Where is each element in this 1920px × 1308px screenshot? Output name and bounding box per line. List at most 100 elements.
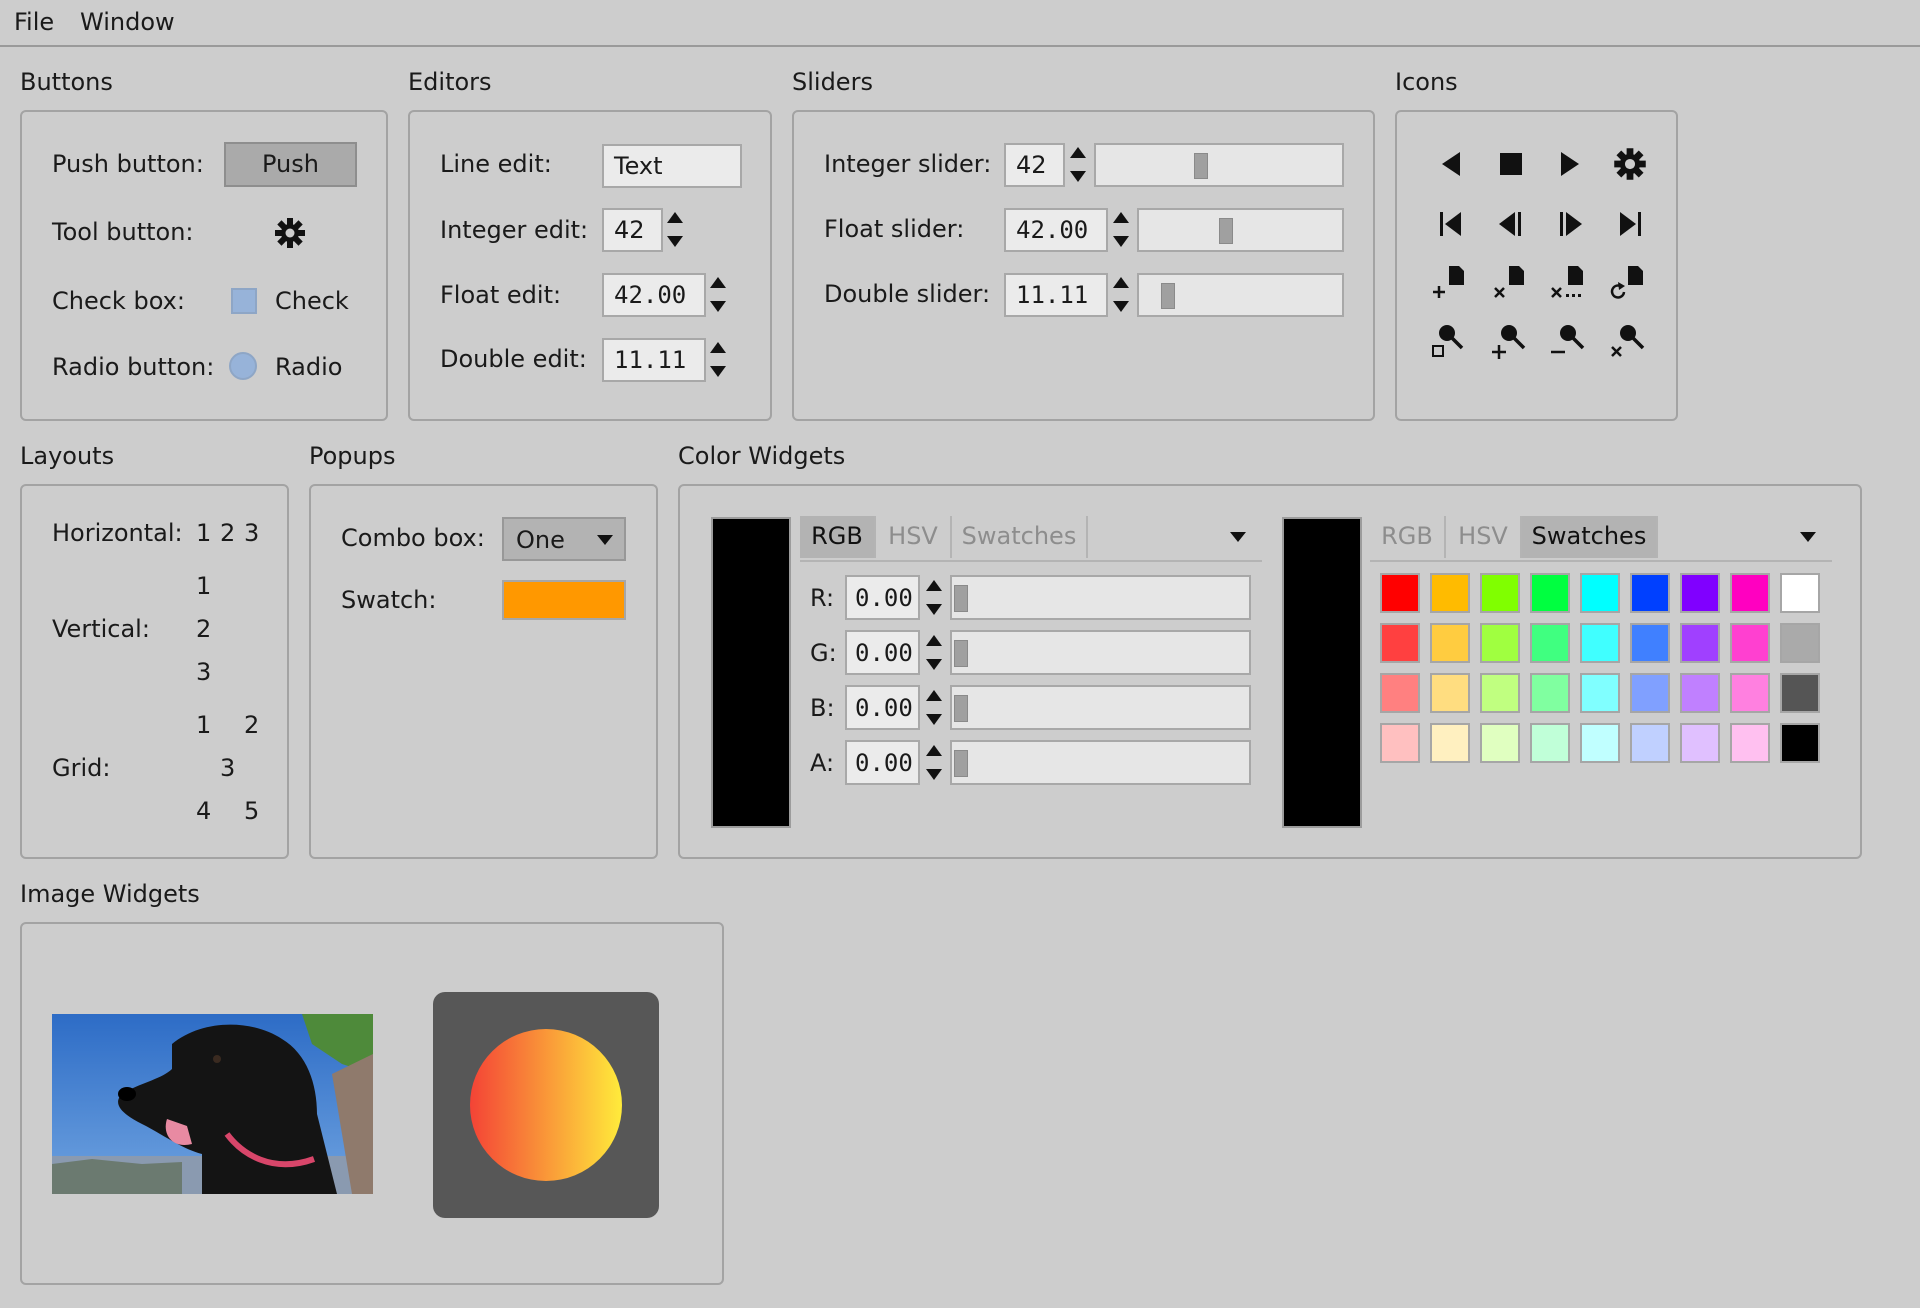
channel-r-field[interactable]: 0.00 (845, 575, 920, 620)
chevron-down-icon[interactable] (1800, 532, 1816, 542)
color-swatch[interactable] (1680, 723, 1720, 763)
channel-g-decrement-icon[interactable] (926, 659, 942, 670)
tab-swatches[interactable]: Swatches (952, 516, 1088, 558)
tab-swatches[interactable]: Swatches (1522, 516, 1658, 558)
double-increment-icon[interactable] (710, 342, 726, 353)
float-slider-decrement-icon[interactable] (1113, 236, 1129, 247)
float-slider-handle[interactable] (1218, 218, 1233, 244)
color-swatch[interactable] (1530, 723, 1570, 763)
channel-r-increment-icon[interactable] (926, 580, 942, 591)
double-decrement-icon[interactable] (710, 366, 726, 377)
settings-icon[interactable] (1612, 146, 1648, 182)
channel-a-field[interactable]: 0.00 (845, 740, 920, 785)
check-box[interactable] (231, 288, 257, 314)
color-swatch[interactable] (1530, 573, 1570, 613)
color-swatch[interactable] (1430, 723, 1470, 763)
double-slider-increment-icon[interactable] (1113, 277, 1129, 288)
color-swatch[interactable] (1730, 623, 1770, 663)
combo-box[interactable]: One (502, 517, 626, 561)
color-swatch[interactable] (1630, 573, 1670, 613)
first-frame-icon[interactable] (1433, 206, 1469, 242)
tab-hsv[interactable]: HSV (1446, 516, 1522, 558)
color-swatch[interactable] (1480, 673, 1520, 713)
float-slider-increment-icon[interactable] (1113, 212, 1129, 223)
line-edit[interactable]: Text (602, 144, 742, 188)
color-swatch[interactable] (1630, 723, 1670, 763)
channel-g-handle[interactable] (954, 640, 968, 667)
tab-rgb[interactable]: RGB (800, 516, 876, 558)
color-swatch[interactable] (1380, 723, 1420, 763)
float-slider-track[interactable] (1137, 208, 1344, 252)
color-swatch[interactable] (1780, 723, 1820, 763)
channel-r-decrement-icon[interactable] (926, 604, 942, 615)
next-frame-icon[interactable] (1552, 206, 1588, 242)
color-swatch[interactable] (1780, 573, 1820, 613)
color-swatch[interactable] (1780, 623, 1820, 663)
color-swatch[interactable] (1630, 673, 1670, 713)
color-swatch[interactable] (1730, 723, 1770, 763)
double-slider-decrement-icon[interactable] (1113, 301, 1129, 312)
zoom-out-icon[interactable] (1548, 320, 1588, 360)
previous-frame-icon[interactable] (1493, 206, 1529, 242)
tool-button[interactable] (274, 217, 306, 249)
channel-b-slider[interactable] (950, 685, 1251, 730)
color-swatch[interactable] (502, 580, 626, 620)
channel-b-field[interactable]: 0.00 (845, 685, 920, 730)
zoom-close-icon[interactable] (1608, 320, 1648, 360)
color-swatch[interactable] (1380, 623, 1420, 663)
color-swatch[interactable] (1480, 623, 1520, 663)
color-swatch[interactable] (1780, 673, 1820, 713)
double-slider-handle[interactable] (1161, 283, 1176, 309)
channel-g-field[interactable]: 0.00 (845, 630, 920, 675)
reload-file-icon[interactable] (1608, 262, 1648, 302)
color-swatch[interactable] (1580, 623, 1620, 663)
channel-g-increment-icon[interactable] (926, 635, 942, 646)
color-swatch[interactable] (1430, 623, 1470, 663)
channel-b-decrement-icon[interactable] (926, 714, 942, 725)
color-swatch[interactable] (1530, 623, 1570, 663)
tab-hsv[interactable]: HSV (876, 516, 952, 558)
color-swatch[interactable] (1580, 673, 1620, 713)
color-swatch[interactable] (1730, 573, 1770, 613)
color-swatch[interactable] (1580, 573, 1620, 613)
integer-slider-increment-icon[interactable] (1070, 147, 1086, 158)
float-decrement-icon[interactable] (710, 301, 726, 312)
channel-r-slider[interactable] (950, 575, 1251, 620)
channel-b-handle[interactable] (954, 695, 968, 722)
color-swatch[interactable] (1480, 723, 1520, 763)
color-swatch[interactable] (1680, 623, 1720, 663)
close-all-files-icon[interactable] (1548, 262, 1588, 302)
color-swatch[interactable] (1380, 573, 1420, 613)
channel-a-decrement-icon[interactable] (926, 769, 942, 780)
channel-g-slider[interactable] (950, 630, 1251, 675)
new-file-icon[interactable] (1429, 262, 1469, 302)
float-slider-value-field[interactable]: 42.00 (1004, 208, 1108, 252)
tab-rgb[interactable]: RGB (1370, 516, 1446, 558)
color-swatch[interactable] (1380, 673, 1420, 713)
color-swatch[interactable] (1680, 573, 1720, 613)
channel-a-slider[interactable] (950, 740, 1251, 785)
color-swatch[interactable] (1530, 673, 1570, 713)
menu-window[interactable]: Window (80, 8, 175, 36)
back-arrow-icon[interactable] (1433, 146, 1469, 182)
double-slider-track[interactable] (1137, 273, 1344, 317)
color-swatch[interactable] (1430, 573, 1470, 613)
double-edit[interactable]: 11.11 (602, 338, 706, 382)
channel-b-increment-icon[interactable] (926, 690, 942, 701)
radio-button[interactable] (229, 352, 257, 380)
stop-icon[interactable] (1493, 146, 1529, 182)
push-button[interactable]: Push (224, 142, 357, 187)
integer-slider-track[interactable] (1094, 143, 1344, 187)
zoom-reset-icon[interactable] (1429, 320, 1469, 360)
integer-edit[interactable]: 42 (602, 208, 663, 252)
color-swatch[interactable] (1730, 673, 1770, 713)
color-swatch[interactable] (1480, 573, 1520, 613)
integer-increment-icon[interactable] (667, 212, 683, 223)
menu-file[interactable]: File (14, 8, 54, 36)
double-slider-value-field[interactable]: 11.11 (1004, 273, 1108, 317)
channel-a-handle[interactable] (954, 750, 968, 777)
channel-r-handle[interactable] (954, 585, 968, 612)
close-file-icon[interactable] (1489, 262, 1529, 302)
integer-slider-handle[interactable] (1193, 153, 1208, 179)
color-swatch[interactable] (1680, 673, 1720, 713)
